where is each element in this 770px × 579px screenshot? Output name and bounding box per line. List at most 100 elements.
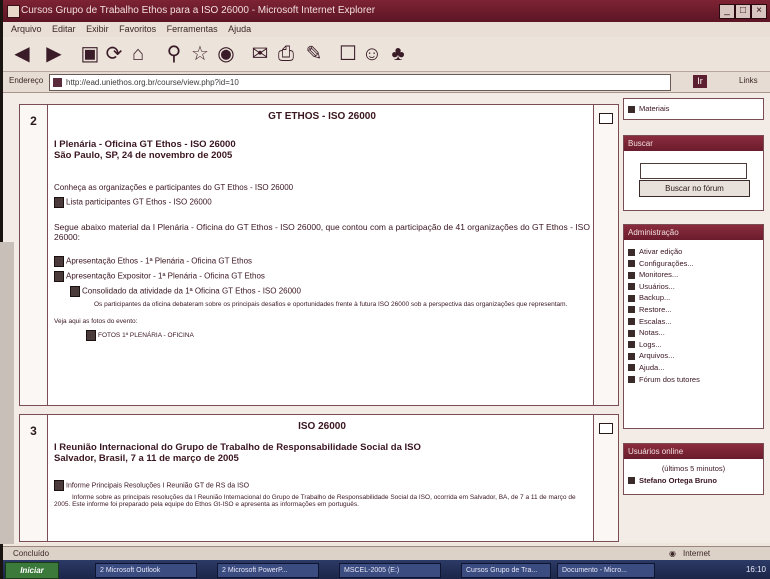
admin-link[interactable]: Arquivos... bbox=[639, 351, 674, 360]
materials-icon bbox=[628, 105, 635, 113]
menu-ajuda[interactable]: Ajuda bbox=[228, 22, 251, 37]
resource-link[interactable]: Consolidado da atividade da 1ª Oficina G… bbox=[82, 287, 301, 296]
admin-link[interactable]: Backup... bbox=[639, 293, 670, 302]
edit-icon bbox=[628, 248, 635, 256]
taskbar-item[interactable]: Cursos Grupo de Tra... bbox=[461, 563, 551, 578]
course-topic-3: 3 ISO 26000 I Reunião Internacional do G… bbox=[19, 414, 619, 542]
event-location: São Paulo, SP, 24 de novembro de 2005 bbox=[54, 150, 233, 161]
internet-zone-icon: ◉ bbox=[669, 549, 676, 558]
admin-link[interactable]: Notas... bbox=[639, 328, 665, 337]
menu-arquivo[interactable]: Arquivo bbox=[11, 22, 42, 37]
page-content: 2 GT ETHOS - ISO 26000 I Plenária - Ofic… bbox=[3, 93, 770, 543]
course-topic-2: 2 GT ETHOS - ISO 26000 I Plenária - Ofic… bbox=[19, 104, 619, 406]
taskbar-clock: 16:10 bbox=[745, 565, 766, 574]
document-icon bbox=[54, 480, 64, 491]
online-user-link[interactable]: Stefano Ortega Bruno bbox=[639, 476, 717, 485]
taskbar-item[interactable]: 2 Microsoft Outlook bbox=[95, 563, 197, 578]
event-heading: I Plenária - Oficina GT Ethos - ISO 2600… bbox=[54, 139, 236, 150]
edit-icon[interactable]: ✎ bbox=[303, 43, 325, 65]
admin-link[interactable]: Monitores... bbox=[639, 270, 678, 279]
discuss-icon[interactable]: ☐ bbox=[337, 43, 359, 65]
resource-link[interactable]: Informe Principais Resoluções I Reunião … bbox=[66, 482, 249, 489]
note-text: Os participantes da oficina debateram so… bbox=[94, 301, 568, 308]
search-icon[interactable]: ⚲ bbox=[163, 43, 185, 65]
show-topic-icon[interactable] bbox=[599, 423, 613, 434]
menu-ferramentas[interactable]: Ferramentas bbox=[167, 22, 218, 37]
print-icon[interactable]: ⎙ bbox=[275, 43, 297, 65]
files-icon bbox=[628, 352, 635, 360]
document-icon bbox=[86, 330, 96, 341]
admin-header: Administração bbox=[624, 225, 763, 240]
admin-link[interactable]: Restore... bbox=[639, 305, 672, 314]
minimize-button[interactable]: _ bbox=[719, 4, 735, 19]
topic-number: 2 bbox=[20, 105, 48, 405]
users-icon bbox=[628, 283, 635, 291]
resource-link[interactable]: Apresentação Ethos - 1ª Plenária - Ofici… bbox=[66, 257, 252, 266]
address-input[interactable]: http://ead.uniethos.org.br/course/view.p… bbox=[49, 74, 671, 91]
messenger-icon[interactable]: ☺ bbox=[361, 43, 383, 65]
search-input[interactable] bbox=[640, 163, 747, 179]
ie-icon bbox=[7, 5, 20, 18]
admin-link[interactable]: Logs... bbox=[639, 340, 662, 349]
start-button[interactable]: Iniciar bbox=[5, 562, 59, 579]
favorites-icon[interactable]: ☆ bbox=[189, 43, 211, 65]
address-bar: Endereço http://ead.uniethos.org.br/cour… bbox=[3, 72, 770, 93]
show-topic-icon[interactable] bbox=[599, 113, 613, 124]
title-bar: Cursos Grupo de Trabalho Ethos para a IS… bbox=[3, 0, 770, 22]
go-button[interactable]: Ir bbox=[693, 75, 707, 88]
links-button[interactable]: Links bbox=[739, 76, 758, 85]
admin-link[interactable]: Fórum dos tutores bbox=[639, 375, 700, 384]
address-label: Endereço bbox=[9, 76, 44, 85]
taskbar-item[interactable]: Documento - Micro... bbox=[557, 563, 655, 578]
topic-side-column bbox=[593, 415, 618, 541]
menu-bar: Arquivo Editar Exibir Favoritos Ferramen… bbox=[3, 22, 770, 37]
stop-icon[interactable]: ▣ bbox=[79, 43, 101, 65]
zone-text: Internet bbox=[683, 549, 711, 558]
status-text: Concluído bbox=[13, 549, 50, 558]
admin-link[interactable]: Escalas... bbox=[639, 317, 672, 326]
topic-number: 3 bbox=[20, 415, 48, 541]
admin-link[interactable]: Ajuda... bbox=[639, 363, 664, 372]
photos-intro: Veja aqui as fotos do evento: bbox=[54, 318, 138, 325]
topic-title: ISO 26000 bbox=[298, 421, 346, 432]
research-icon[interactable]: ♣ bbox=[387, 43, 409, 65]
admin-link[interactable]: Usuários... bbox=[639, 282, 675, 291]
document-icon bbox=[70, 286, 80, 297]
admin-link[interactable]: Ativar edição bbox=[639, 247, 682, 256]
window-title: Cursos Grupo de Trabalho Ethos para a IS… bbox=[21, 5, 376, 16]
home-icon[interactable]: ⌂ bbox=[127, 43, 149, 65]
history-icon[interactable]: ◉ bbox=[215, 43, 237, 65]
logs-icon bbox=[628, 341, 635, 349]
topic-title: GT ETHOS - ISO 26000 bbox=[268, 111, 376, 122]
online-users-note: (últimos 5 minutos) bbox=[661, 464, 726, 473]
menu-favoritos[interactable]: Favoritos bbox=[119, 22, 156, 37]
teachers-icon bbox=[628, 271, 635, 279]
mail-icon[interactable]: ✉ bbox=[249, 43, 271, 65]
status-bar: Concluído ◉ Internet bbox=[3, 546, 770, 560]
search-block: Buscar Buscar no fórum bbox=[623, 135, 764, 211]
event-heading: I Reunião Internacional do Grupo de Trab… bbox=[54, 442, 421, 453]
materials-link[interactable]: Materiais bbox=[639, 104, 669, 113]
participants-link[interactable]: Lista participantes GT Ethos - ISO 26000 bbox=[66, 198, 212, 207]
menu-editar[interactable]: Editar bbox=[52, 22, 76, 37]
browser-window: Cursos Grupo de Trabalho Ethos para a IS… bbox=[3, 0, 770, 579]
refresh-icon[interactable]: ⟳ bbox=[103, 43, 125, 65]
maximize-button[interactable]: □ bbox=[735, 4, 751, 19]
resource-description: Informe sobre as principais resoluções d… bbox=[54, 494, 576, 508]
settings-icon bbox=[628, 260, 635, 268]
greeting-text: Conheça as organizações e participantes … bbox=[54, 183, 294, 192]
close-button[interactable]: × bbox=[751, 4, 767, 19]
taskbar-item[interactable]: MSCEL-2005 (E:) bbox=[339, 563, 441, 578]
photos-link[interactable]: FOTOS 1ª PLENÁRIA - OFICINA bbox=[98, 332, 194, 339]
online-users-header: Usuários online bbox=[624, 444, 763, 459]
back-icon[interactable]: ◀ bbox=[11, 43, 33, 65]
forward-icon[interactable]: ▶ bbox=[43, 43, 65, 65]
backup-icon bbox=[628, 294, 635, 302]
forum-icon bbox=[628, 376, 635, 384]
resource-link[interactable]: Apresentação Expositor - 1ª Plenária - O… bbox=[66, 272, 265, 281]
forum-search-button[interactable]: Buscar no fórum bbox=[639, 180, 750, 197]
taskbar-item[interactable]: 2 Microsoft PowerP... bbox=[217, 563, 319, 578]
help-icon bbox=[628, 364, 635, 372]
menu-exibir[interactable]: Exibir bbox=[86, 22, 109, 37]
admin-link[interactable]: Configurações... bbox=[639, 259, 694, 268]
